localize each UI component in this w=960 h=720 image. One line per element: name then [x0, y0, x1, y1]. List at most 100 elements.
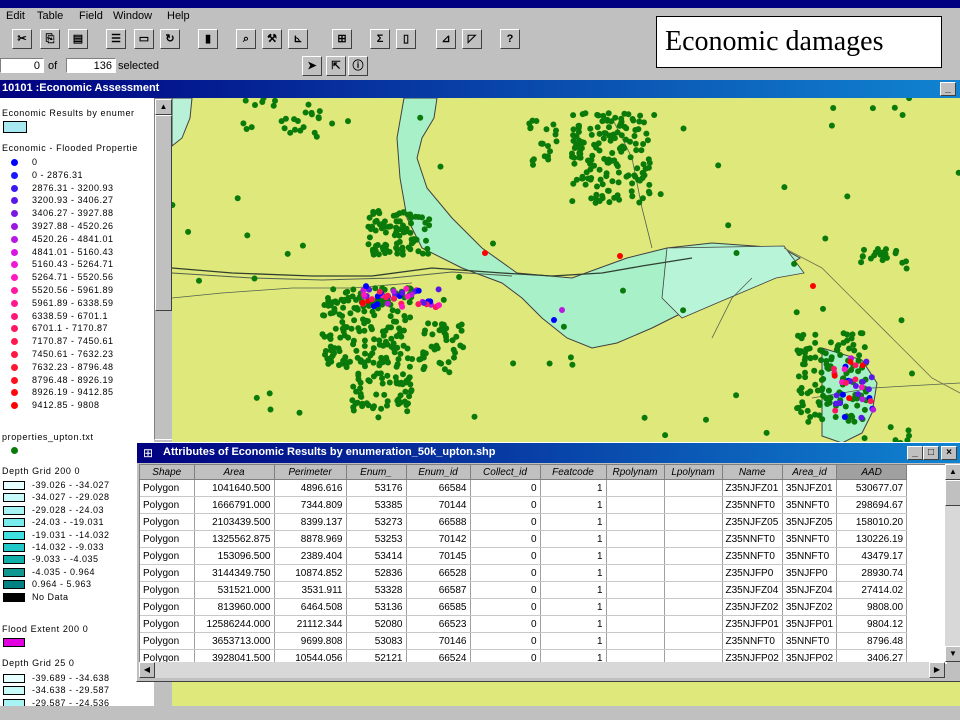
property-point[interactable]: [820, 305, 826, 312]
property-point[interactable]: [350, 286, 357, 293]
property-point[interactable]: [575, 122, 582, 129]
table-cell[interactable]: 0: [470, 615, 541, 633]
property-point[interactable]: [302, 109, 309, 116]
property-point[interactable]: [434, 345, 441, 352]
property-point[interactable]: [610, 131, 617, 138]
property-point[interactable]: [267, 406, 274, 413]
table-cell[interactable]: 3531.911: [274, 581, 347, 599]
property-point[interactable]: [361, 337, 368, 344]
property-point[interactable]: [861, 344, 868, 351]
table-cell[interactable]: 9699.808: [274, 632, 347, 650]
property-point[interactable]: [844, 331, 851, 338]
property-point[interactable]: [827, 339, 834, 346]
table-cell[interactable]: 0: [470, 513, 541, 531]
flooded-property-point[interactable]: [852, 376, 859, 383]
property-point[interactable]: [379, 380, 386, 387]
property-point[interactable]: [370, 211, 377, 217]
property-point[interactable]: [341, 296, 348, 303]
property-point[interactable]: [381, 391, 388, 398]
flooded-property-point[interactable]: [370, 303, 377, 310]
table-cell[interactable]: 35NJFZ05: [782, 513, 838, 531]
vertical-scroll-thumb[interactable]: [945, 480, 960, 506]
chart-icon[interactable]: ▮: [198, 29, 218, 49]
property-point[interactable]: [394, 250, 401, 257]
table-cell[interactable]: 21112.344: [274, 615, 347, 633]
property-point[interactable]: [299, 242, 306, 249]
property-point[interactable]: [266, 390, 273, 397]
property-point[interactable]: [320, 312, 326, 319]
table-row[interactable]: Polygon 3144349.750 10874.852 52836 66528 0 1 Z…: [140, 564, 908, 582]
property-point[interactable]: [570, 112, 577, 119]
property-point[interactable]: [851, 418, 858, 425]
table-cell[interactable]: 35NJFZ01: [782, 479, 838, 497]
property-point[interactable]: [859, 330, 866, 337]
property-point[interactable]: [823, 395, 830, 402]
property-point[interactable]: [576, 154, 583, 161]
property-point[interactable]: [804, 407, 811, 414]
table-cell[interactable]: 53136: [346, 598, 407, 616]
property-point[interactable]: [571, 160, 578, 167]
property-point[interactable]: [645, 164, 652, 171]
flooded-property-point[interactable]: [369, 296, 375, 303]
table-cell[interactable]: 0: [470, 632, 541, 650]
property-point[interactable]: [332, 325, 339, 332]
property-point[interactable]: [460, 344, 467, 351]
property-point[interactable]: [637, 112, 644, 119]
property-point[interactable]: [387, 313, 394, 320]
property-point[interactable]: [632, 140, 639, 147]
property-point[interactable]: [550, 121, 557, 128]
property-point[interactable]: [421, 330, 428, 337]
property-point[interactable]: [405, 244, 412, 251]
property-point[interactable]: [819, 416, 826, 423]
property-point[interactable]: [793, 309, 800, 316]
property-point[interactable]: [372, 249, 379, 256]
property-point[interactable]: [373, 391, 380, 398]
table-cell[interactable]: 35NNFT0: [782, 496, 838, 514]
property-point[interactable]: [796, 350, 803, 357]
property-point[interactable]: [436, 327, 443, 334]
property-point[interactable]: [861, 406, 868, 413]
property-point[interactable]: [378, 405, 385, 412]
pointer-tool-icon[interactable]: ➤: [302, 56, 322, 76]
table-cell[interactable]: 1: [540, 547, 607, 565]
property-point[interactable]: [407, 229, 414, 236]
flooded-property-point[interactable]: [855, 391, 861, 398]
table-row[interactable]: Polygon 531521.000 3531.911 53328 66587 0 1 Z35…: [140, 581, 908, 599]
property-point[interactable]: [646, 181, 653, 188]
sort-descending-icon[interactable]: ◸: [462, 29, 482, 49]
menu-field[interactable]: Field: [79, 10, 103, 22]
property-point[interactable]: [527, 125, 534, 132]
flooded-property-point[interactable]: [841, 366, 848, 373]
property-point[interactable]: [822, 235, 829, 242]
table-cell[interactable]: 9808.00: [836, 598, 908, 616]
property-point[interactable]: [375, 414, 382, 421]
property-point[interactable]: [376, 360, 383, 367]
layer-economic-results-title[interactable]: Economic Results by enumer: [2, 108, 135, 118]
table-cell[interactable]: Polygon: [140, 479, 195, 497]
property-point[interactable]: [530, 156, 537, 163]
property-point[interactable]: [351, 317, 358, 324]
property-point[interactable]: [428, 343, 435, 350]
property-point[interactable]: [441, 366, 448, 373]
property-point[interactable]: [401, 313, 408, 319]
table-cell[interactable]: 66585: [406, 598, 471, 616]
property-point[interactable]: [858, 259, 865, 266]
table-cell[interactable]: [664, 479, 723, 497]
property-point[interactable]: [834, 343, 841, 350]
table-cell[interactable]: Z35NJFZ04: [722, 581, 783, 599]
property-point[interactable]: [837, 352, 844, 358]
minimize-view-button[interactable]: _: [940, 82, 956, 96]
table-cell[interactable]: Polygon: [140, 615, 195, 633]
table-cell[interactable]: 1041640.500: [194, 479, 275, 497]
property-point[interactable]: [282, 115, 289, 122]
property-point[interactable]: [848, 335, 855, 342]
property-point[interactable]: [643, 130, 650, 137]
property-point[interactable]: [606, 124, 612, 131]
property-point[interactable]: [352, 305, 359, 312]
property-point[interactable]: [380, 342, 387, 349]
table-cell[interactable]: 0: [470, 479, 541, 497]
table-cell[interactable]: 2389.404: [274, 547, 347, 565]
table-cell[interactable]: 298694.67: [836, 496, 908, 514]
property-point[interactable]: [350, 337, 357, 344]
property-point[interactable]: [319, 331, 326, 338]
